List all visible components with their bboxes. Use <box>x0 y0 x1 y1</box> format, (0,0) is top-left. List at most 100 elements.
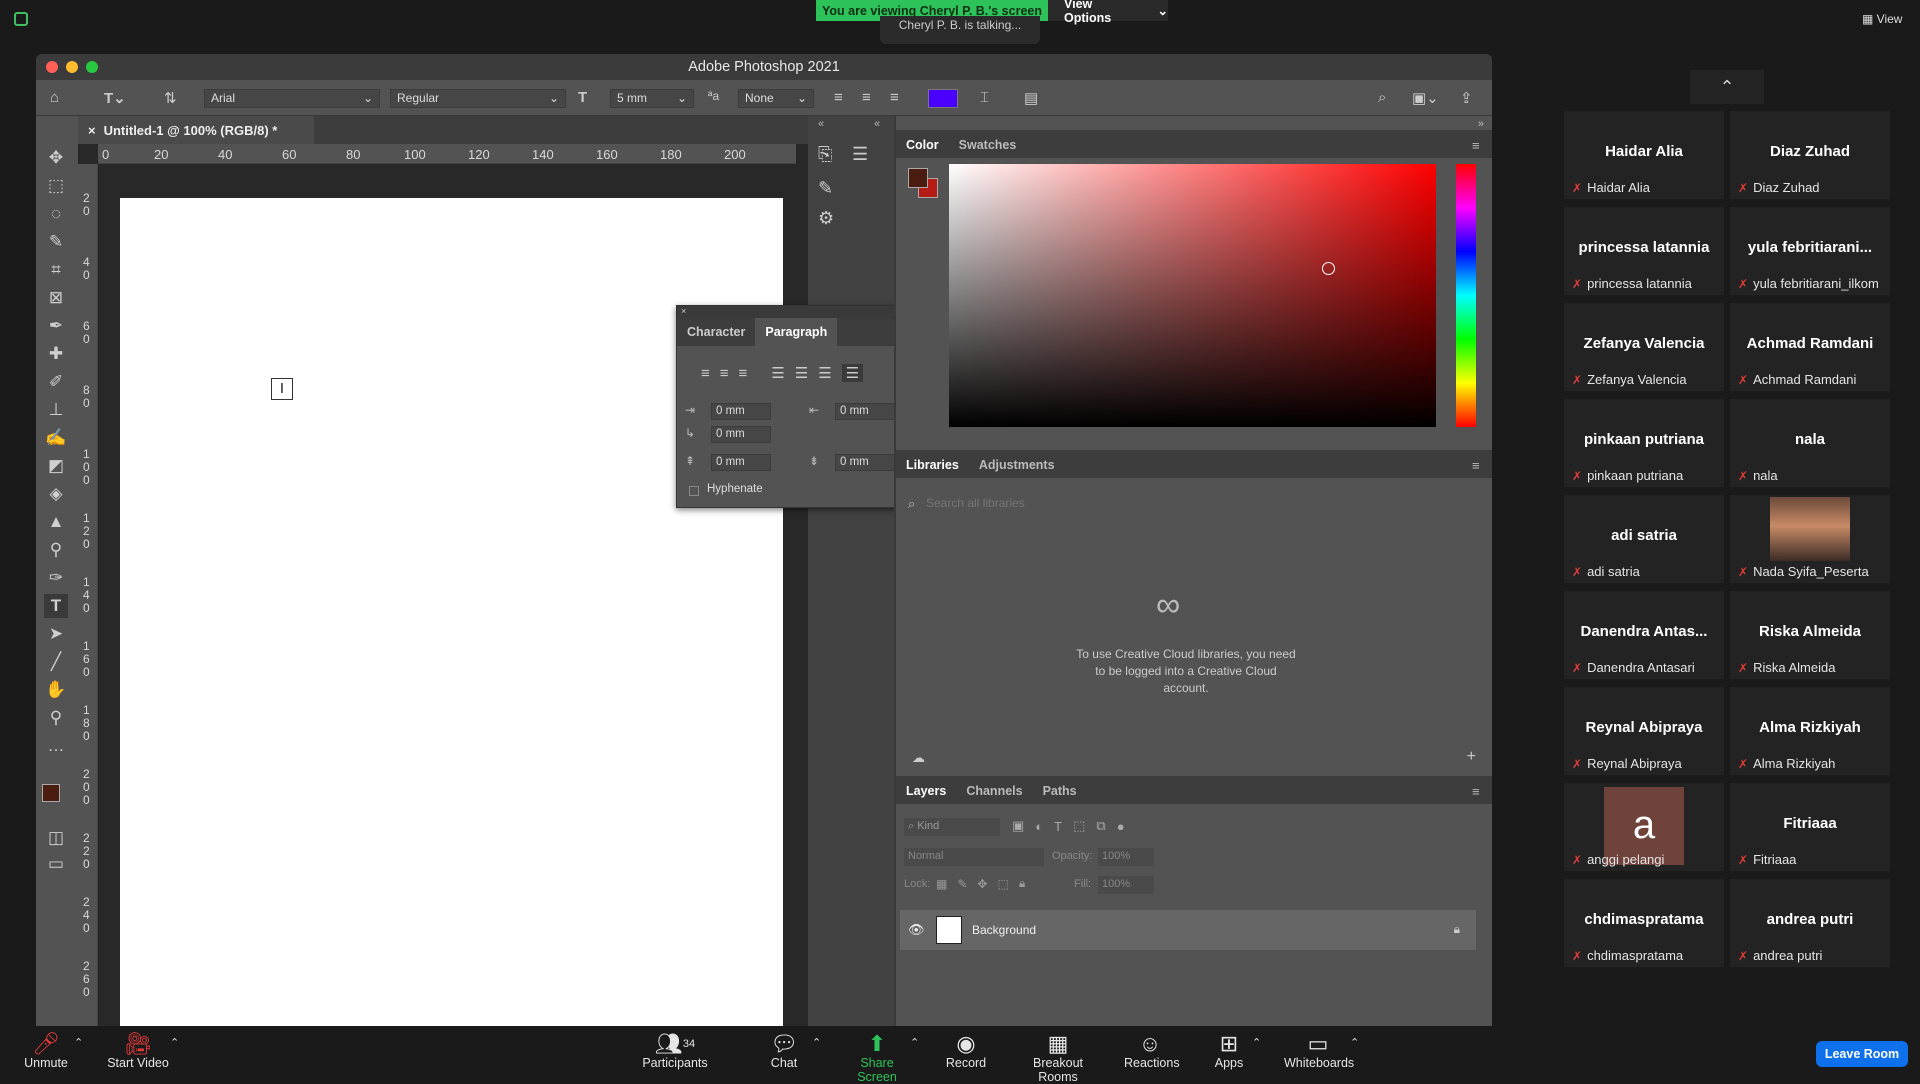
panel-menu-icon[interactable]: ≡ <box>1472 784 1484 799</box>
color-picker-field[interactable] <box>949 164 1436 427</box>
participant-tile[interactable]: Zefanya Valencia ✗ Zefanya Valencia <box>1564 303 1724 391</box>
screen-mode-icon[interactable]: ▭ <box>44 852 68 876</box>
align-right-icon[interactable]: ≡ <box>739 365 748 382</box>
space-after-field[interactable]: 0 mm <box>835 454 895 471</box>
participant-tile[interactable]: Fitriaaa ✗ Fitriaaa <box>1730 783 1890 871</box>
first-line-indent-field[interactable]: 0 mm <box>711 426 771 443</box>
tab-channels[interactable]: Channels <box>956 776 1032 804</box>
smart-object-filter-icon[interactable]: ⧉ <box>1096 818 1105 834</box>
brush-settings-icon[interactable]: ✎ <box>818 178 833 199</box>
participants-button[interactable]: 👥︎34 Participants <box>640 1032 710 1071</box>
chevron-up-icon[interactable]: ⌃ <box>910 1036 919 1049</box>
lock-artboard-icon[interactable]: ⬚ <box>997 877 1008 891</box>
home-icon[interactable]: ⌂ <box>50 89 59 106</box>
participant-tile[interactable]: chdimaspratama ✗ chdimaspratama <box>1564 879 1724 967</box>
tab-paragraph[interactable]: Paragraph <box>755 318 838 346</box>
move-tool-icon[interactable]: ✥ <box>44 146 68 170</box>
opacity-field[interactable]: 100% <box>1098 848 1154 866</box>
align-left-icon[interactable]: ≡ <box>834 89 843 106</box>
share-screen-button[interactable]: ⬆ Share Screen <box>840 1032 914 1084</box>
line-tool-icon[interactable]: ╱ <box>44 650 68 674</box>
type-filter-icon[interactable]: T <box>1054 819 1062 834</box>
chevron-up-icon[interactable]: ⌃ <box>1252 1036 1261 1049</box>
character-panel-toggle-icon[interactable]: ▤ <box>1024 89 1038 107</box>
marquee-tool-icon[interactable]: ⬚ <box>44 174 68 198</box>
view-options-button[interactable]: View Options ⌄ <box>1048 0 1168 25</box>
close-panel-icon[interactable]: × <box>681 306 686 316</box>
type-tool-preset-icon[interactable]: T⌄ <box>104 89 126 107</box>
type-tool-icon[interactable]: T <box>44 594 68 618</box>
tab-paths[interactable]: Paths <box>1033 776 1087 804</box>
participant-tile[interactable]: yula febritiarani... ✗ yula febritiarani_i… <box>1730 207 1890 295</box>
participant-tile[interactable]: ✗ Nada Syifa_Peserta <box>1730 495 1890 583</box>
zoom-tool-icon[interactable]: ⚲ <box>44 706 68 730</box>
foreground-color-swatch[interactable] <box>42 784 60 802</box>
eye-icon[interactable]: 👁︎ <box>908 922 925 938</box>
lasso-tool-icon[interactable]: ◌ <box>44 202 68 226</box>
unmute-button[interactable]: 🎤︎ Unmute <box>22 1032 70 1071</box>
align-center-icon[interactable]: ≡ <box>720 365 729 382</box>
lock-position-icon[interactable]: ✥ <box>977 877 987 891</box>
gallery-collapse-button[interactable]: ⌃ <box>1690 70 1764 104</box>
participant-tile[interactable]: andrea putri ✗ andrea putri <box>1730 879 1890 967</box>
properties-panel-icon[interactable]: ☰ <box>852 144 868 165</box>
hand-tool-icon[interactable]: ✋ <box>44 678 68 702</box>
panel-menu-icon[interactable]: ≡ <box>1472 458 1484 473</box>
lock-pixels-icon[interactable]: ✎ <box>957 877 967 891</box>
participant-tile[interactable]: Achmad Ramdani ✗ Achmad Ramdani <box>1730 303 1890 391</box>
font-family-select[interactable]: Arial ⌄ <box>204 89 380 108</box>
participant-tile[interactable]: Alma Rizkiyah ✗ Alma Rizkiyah <box>1730 687 1890 775</box>
close-window-button[interactable] <box>46 61 58 73</box>
tab-adjustments[interactable]: Adjustments <box>969 450 1065 478</box>
healing-brush-tool-icon[interactable]: ✚ <box>44 342 68 366</box>
participant-tile[interactable]: Diaz Zuhad ✗ Diaz Zuhad <box>1730 111 1890 199</box>
dodge-tool-icon[interactable]: ⚲ <box>44 538 68 562</box>
participant-tile[interactable]: princessa latannia ✗ princessa latannia <box>1564 207 1724 295</box>
justify-last-center-icon[interactable]: ☰ <box>795 364 808 382</box>
tab-layers[interactable]: Layers <box>896 776 956 804</box>
tab-libraries[interactable]: Libraries <box>896 450 969 478</box>
view-button[interactable]: ▦ View <box>1862 12 1902 26</box>
cloud-sync-icon[interactable]: ☁ <box>912 750 925 766</box>
align-left-icon[interactable]: ≡ <box>701 365 710 382</box>
participant-tile[interactable]: nala ✗ nala <box>1730 399 1890 487</box>
security-shield-icon[interactable] <box>14 12 28 26</box>
participant-tile[interactable]: Riska Almeida ✗ Riska Almeida <box>1730 591 1890 679</box>
tab-color[interactable]: Color <box>896 130 949 158</box>
chat-button[interactable]: 💬︎ Chat <box>766 1032 802 1071</box>
path-selection-tool-icon[interactable]: ➤ <box>44 622 68 646</box>
antialias-select[interactable]: None ⌄ <box>738 89 814 108</box>
leave-room-button[interactable]: Leave Room <box>1816 1041 1908 1067</box>
whiteboards-button[interactable]: ▭ Whiteboards <box>1284 1032 1354 1071</box>
adjustment-filter-icon[interactable]: ◐ <box>1035 819 1043 834</box>
record-button[interactable]: ◉ Record <box>944 1032 988 1071</box>
workspace-icon[interactable]: ▣⌄ <box>1412 89 1439 107</box>
warp-text-icon[interactable]: ⌶ <box>980 89 989 106</box>
chevron-up-icon[interactable]: ⌃ <box>812 1036 821 1049</box>
history-panel-icon[interactable]: ⎘ <box>818 144 832 165</box>
maximize-window-button[interactable] <box>86 61 98 73</box>
font-size-select[interactable]: 5 mm ⌄ <box>610 89 694 108</box>
hue-slider[interactable] <box>1456 164 1476 427</box>
participant-tile[interactable]: adi satria ✗ adi satria <box>1564 495 1724 583</box>
layer-row[interactable]: 👁︎ Background 🔒︎ <box>900 910 1476 950</box>
pen-tool-icon[interactable]: ✑ <box>44 566 68 590</box>
frame-tool-icon[interactable]: ⊠ <box>44 286 68 310</box>
library-search-input[interactable] <box>926 492 1466 514</box>
indent-right-field[interactable]: 0 mm <box>835 403 895 420</box>
hyphenate-checkbox[interactable] <box>689 486 699 496</box>
align-right-icon[interactable]: ≡ <box>890 89 899 106</box>
quick-select-tool-icon[interactable]: ✎ <box>44 230 68 254</box>
chevron-up-icon[interactable]: ⌃ <box>1350 1036 1359 1049</box>
participant-tile[interactable]: Haidar Alia ✗ Haidar Alia <box>1564 111 1724 199</box>
eraser-tool-icon[interactable]: ◩ <box>44 454 68 478</box>
tab-character[interactable]: Character <box>677 318 755 346</box>
minimize-window-button[interactable] <box>66 61 78 73</box>
blend-mode-select[interactable]: Normal <box>904 848 1044 866</box>
clone-stamp-tool-icon[interactable]: ⊥ <box>44 398 68 422</box>
participant-tile[interactable]: Danendra Antas... ✗ Danendra Antasari <box>1564 591 1724 679</box>
chevron-up-icon[interactable]: ⌃ <box>74 1036 83 1049</box>
document-tab[interactable]: × Untitled-1 @ 100% (RGB/8) * <box>78 116 314 144</box>
brush-tool-icon[interactable]: ✐ <box>44 370 68 394</box>
more-tools-icon[interactable]: … <box>44 734 68 758</box>
